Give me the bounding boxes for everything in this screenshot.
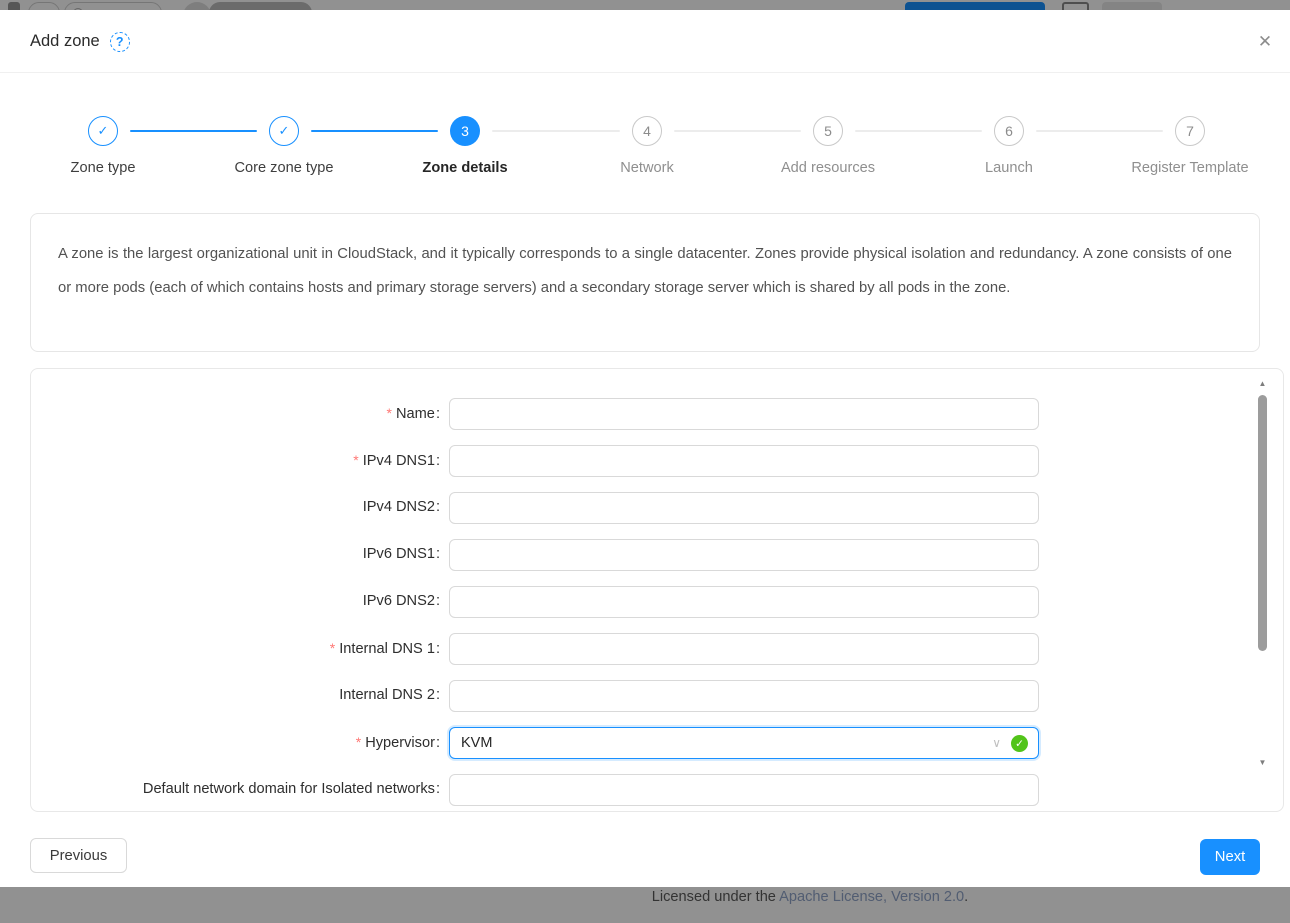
step-number: 4 <box>632 116 662 146</box>
modal-header: Add zone ? ✕ <box>0 10 1290 73</box>
add-zone-wizard-screen: Add zone ? ✕ ✓ Zone type ✓ Core zone typ… <box>0 0 1290 923</box>
field-label: Internal DNS 1 <box>339 641 440 657</box>
hypervisor-select[interactable]: KVM ∨ ✓ <box>449 727 1039 759</box>
step-number: 7 <box>1175 116 1205 146</box>
dimmed-page-bottom-strip: Licensed under the Apache License, Versi… <box>0 887 1290 923</box>
name-input[interactable] <box>449 398 1039 430</box>
wizard-stepper: ✓ Zone type ✓ Core zone type 3 Zone deta… <box>0 95 1290 205</box>
form-row-ipv4-dns1: * IPv4 DNS1 <box>31 445 1046 477</box>
step-network: 4 Network <box>557 116 737 176</box>
field-label: IPv4 DNS2 <box>363 499 440 515</box>
ipv4-dns2-input[interactable] <box>449 492 1039 524</box>
step-register-template: 7 Register Template <box>1100 116 1280 176</box>
step-done-check-icon: ✓ <box>269 116 299 146</box>
zone-description-panel: A zone is the largest organizational uni… <box>30 213 1260 352</box>
form-row-ipv6-dns1: IPv6 DNS1 <box>31 539 1046 571</box>
add-zone-modal: Add zone ? ✕ ✓ Zone type ✓ Core zone typ… <box>0 10 1290 887</box>
field-label: IPv4 DNS1 <box>363 453 440 469</box>
ipv6-dns1-input[interactable] <box>449 539 1039 571</box>
scroll-up-icon[interactable]: ▲ <box>1255 379 1270 388</box>
form-row-network-domain: Default network domain for Isolated netw… <box>31 774 1046 806</box>
modal-backdrop-overlay <box>0 0 1290 10</box>
scroll-down-icon[interactable]: ▼ <box>1255 758 1270 767</box>
required-marker: * <box>330 640 335 656</box>
step-add-resources: 5 Add resources <box>738 116 918 176</box>
form-row-ipv6-dns2: IPv6 DNS2 <box>31 586 1046 618</box>
step-number: 5 <box>813 116 843 146</box>
form-scrollbar: ▲ ▼ <box>1255 369 1270 812</box>
zone-description-text: A zone is the largest organizational uni… <box>58 237 1232 305</box>
required-marker: * <box>387 405 392 421</box>
field-label: IPv6 DNS2 <box>363 593 440 609</box>
valid-check-icon: ✓ <box>1011 735 1028 752</box>
required-marker: * <box>356 734 361 750</box>
modal-backdrop-overlay <box>0 887 1290 923</box>
field-label: Name <box>396 406 440 422</box>
internal-dns1-input[interactable] <box>449 633 1039 665</box>
help-icon[interactable]: ? <box>110 32 130 52</box>
form-row-internal-dns2: Internal DNS 2 <box>31 680 1046 712</box>
form-row-name: *Name <box>31 398 1046 430</box>
ipv4-dns1-input[interactable] <box>449 445 1039 477</box>
step-done-check-icon: ✓ <box>88 116 118 146</box>
network-domain-input[interactable] <box>449 774 1039 806</box>
modal-title: Add zone <box>30 32 100 51</box>
step-zone-details[interactable]: 3 Zone details <box>375 116 555 176</box>
step-number: 3 <box>450 116 480 146</box>
step-launch: 6 Launch <box>919 116 1099 176</box>
chevron-down-icon: ∨ <box>992 728 1001 758</box>
previous-button[interactable]: Previous <box>30 838 127 873</box>
internal-dns2-input[interactable] <box>449 680 1039 712</box>
step-zone-type[interactable]: ✓ Zone type <box>13 116 193 176</box>
dimmed-page-top-strip <box>0 0 1290 10</box>
next-button[interactable]: Next <box>1200 839 1260 875</box>
ipv6-dns2-input[interactable] <box>449 586 1039 618</box>
form-row-hypervisor: *Hypervisor KVM ∨ ✓ <box>31 727 1046 759</box>
step-core-zone-type[interactable]: ✓ Core zone type <box>194 116 374 176</box>
form-row-ipv4-dns2: IPv4 DNS2 <box>31 492 1046 524</box>
field-label: Hypervisor <box>365 735 440 751</box>
close-icon[interactable]: ✕ <box>1253 30 1277 54</box>
hypervisor-selected-value: KVM <box>461 735 492 751</box>
scrollbar-thumb[interactable] <box>1258 395 1267 651</box>
field-label: IPv6 DNS1 <box>363 546 440 562</box>
zone-details-form-panel: *Name *IPv4 DNS1 IPv4 DNS2 IPv6 DNS1 IPv <box>30 368 1284 812</box>
required-marker: * <box>353 452 358 468</box>
step-number: 6 <box>994 116 1024 146</box>
field-label: Internal DNS 2 <box>339 687 440 703</box>
form-row-internal-dns1: *Internal DNS 1 <box>31 633 1046 665</box>
field-label: Default network domain for Isolated netw… <box>143 781 440 797</box>
